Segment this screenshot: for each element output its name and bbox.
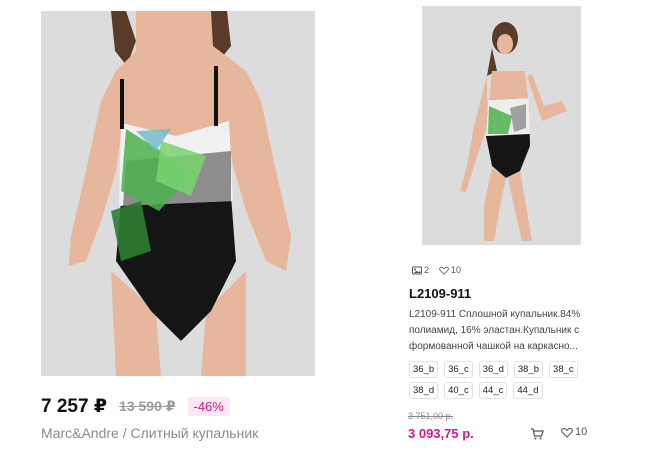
size-chip[interactable]: 36_d <box>478 361 508 378</box>
like-count: 10 <box>439 265 461 275</box>
current-price: 7 257 ₽ <box>41 395 108 417</box>
product-sku[interactable]: L2109-911 <box>409 286 471 301</box>
size-chip[interactable]: 38_b <box>513 361 544 378</box>
heart-icon <box>439 266 449 275</box>
discount-badge: -46% <box>187 396 230 416</box>
left-price-row: 7 257 ₽ 13 590 ₽ -46% <box>41 395 230 417</box>
product-image-thumb[interactable] <box>422 6 581 245</box>
swimsuit-photo <box>41 11 315 376</box>
size-chip[interactable]: 44_d <box>513 382 543 399</box>
right-meta-row: 2 10 <box>412 265 461 275</box>
size-chip[interactable]: 40_c <box>444 382 473 399</box>
right-old-price: 3 751,00 р. <box>408 411 454 421</box>
size-chip[interactable]: 38_c <box>549 361 578 378</box>
product-image-main[interactable] <box>41 11 315 376</box>
photo-count: 2 <box>412 265 429 275</box>
heart-icon <box>561 427 573 438</box>
favorite-button[interactable]: 10 <box>561 426 587 438</box>
image-icon <box>412 266 422 274</box>
product-description: L2109-911 Сплошной купальник.84% полиами… <box>409 309 581 352</box>
like-count-value: 10 <box>451 265 462 275</box>
right-current-price: 3 093,75 р. <box>408 426 474 441</box>
size-list: 36_b 36_c 36_d 38_b 38_c 38_d 40_c 44_c … <box>409 361 609 399</box>
old-price: 13 590 ₽ <box>119 397 176 414</box>
product-brand-title[interactable]: Marc&Andre / Слитный купальник <box>41 425 258 441</box>
size-chip[interactable]: 38_d <box>409 382 439 399</box>
photo-count-value: 2 <box>424 265 430 275</box>
size-chip[interactable]: 36_c <box>444 361 473 378</box>
add-to-cart-button[interactable] <box>530 427 544 440</box>
cart-icon <box>531 428 544 440</box>
size-chip[interactable]: 36_b <box>409 361 439 378</box>
size-chip[interactable]: 44_c <box>478 382 508 399</box>
swimsuit-model-photo <box>422 6 581 245</box>
favorite-count: 10 <box>575 426 588 438</box>
